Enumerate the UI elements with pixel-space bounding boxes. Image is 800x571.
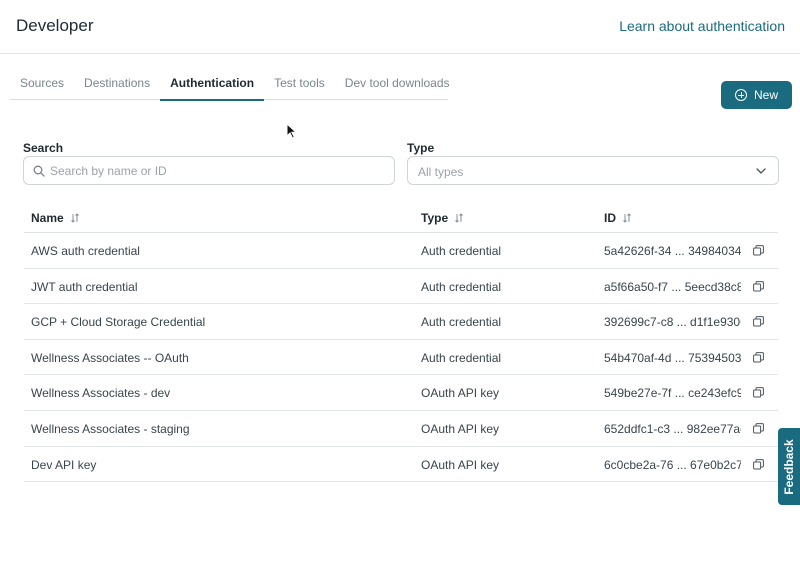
row-type: OAuth API key (421, 386, 500, 401)
column-header-type-label: Type (421, 211, 449, 225)
row-id: 392699c7-c8 ... d1f1e9306 (604, 315, 741, 330)
learn-auth-link[interactable]: Learn about authentication (619, 18, 785, 34)
table-row[interactable]: Wellness Associates - dev OAuth API key … (24, 375, 778, 411)
tab-authentication[interactable]: Authentication (160, 68, 265, 101)
new-button-label: New (753, 88, 778, 102)
chevron-down-icon (756, 168, 766, 174)
row-name: JWT auth credential (31, 279, 138, 294)
search-icon (33, 165, 45, 177)
copy-icon[interactable] (753, 423, 764, 434)
type-label: Type (407, 141, 435, 155)
table-row[interactable]: JWT auth credential Auth credential a5f6… (24, 269, 778, 305)
row-name: Wellness Associates - staging (31, 421, 190, 436)
column-header-id[interactable]: ID (604, 211, 632, 225)
row-id: 5a42626f-34 ... 34984034 (604, 244, 741, 258)
feedback-label: Feedback (782, 438, 796, 495)
row-type: OAuth API key (421, 421, 500, 436)
column-header-type[interactable]: Type (421, 211, 464, 225)
table-header: Name Type ID (24, 201, 778, 233)
row-name: AWS auth credential (31, 244, 140, 258)
type-select[interactable]: All types (407, 156, 779, 185)
page-header: Developer Learn about authentication (0, 0, 800, 54)
mouse-cursor-icon (286, 123, 298, 139)
row-name: Wellness Associates - dev (31, 386, 171, 401)
row-id: 6c0cbe2a-76 ... 67e0b2c71 (604, 457, 741, 472)
table-row[interactable]: AWS auth credential Auth credential 5a42… (24, 233, 778, 269)
table-row[interactable]: Wellness Associates - staging OAuth API … (24, 411, 778, 447)
table-row[interactable]: Dev API key OAuth API key 6c0cbe2a-76 ..… (24, 447, 778, 483)
row-id: 549be27e-7f ... ce243efc98 (604, 386, 741, 401)
copy-icon[interactable] (753, 245, 764, 256)
tab-test-tools[interactable]: Test tools (264, 68, 335, 100)
row-type: Auth credential (421, 315, 502, 330)
feedback-tab[interactable]: Feedback (778, 428, 800, 505)
column-header-name[interactable]: Name (31, 211, 80, 225)
sort-icon (455, 213, 463, 223)
tab-destinations[interactable]: Destinations (74, 68, 160, 100)
search-field[interactable] (23, 156, 395, 185)
tab-dev-tool-downloads[interactable]: Dev tool downloads (335, 68, 460, 100)
plus-circle-icon (734, 89, 747, 101)
copy-icon[interactable] (753, 280, 764, 292)
copy-icon[interactable] (753, 458, 764, 470)
row-name: Dev API key (31, 457, 97, 472)
row-type: Auth credential (421, 350, 502, 365)
page-title: Developer (16, 16, 94, 35)
new-button[interactable]: New (721, 81, 792, 109)
sort-icon (623, 213, 631, 223)
column-header-name-label: Name (31, 211, 64, 225)
table-row[interactable]: GCP + Cloud Storage Credential Auth cred… (24, 304, 778, 340)
column-header-id-label: ID (604, 211, 616, 225)
row-id: a5f66a50-f7 ... 5eecd38c8 (604, 279, 741, 294)
row-type: OAuth API key (421, 457, 500, 472)
row-name: GCP + Cloud Storage Credential (31, 315, 206, 330)
credentials-table: Name Type ID AWS auth credential Auth cr… (24, 201, 778, 483)
tab-sources[interactable]: Sources (10, 68, 74, 100)
row-type: Auth credential (421, 279, 502, 294)
row-id: 652ddfc1-c3 ... 982ee77ac (604, 421, 741, 436)
row-type: Auth credential (421, 244, 502, 258)
row-id: 54b470af-4d ... 75394503 (604, 350, 741, 365)
search-input[interactable] (50, 161, 380, 181)
tab-bar: Sources Destinations Authentication Test… (10, 68, 450, 101)
table-row[interactable]: Wellness Associates -- OAuth Auth creden… (24, 340, 778, 376)
copy-icon[interactable] (753, 387, 764, 398)
type-select-value: All types (418, 165, 464, 179)
copy-icon[interactable] (753, 351, 764, 363)
search-label: Search (23, 141, 64, 155)
row-name: Wellness Associates -- OAuth (31, 350, 189, 365)
sort-icon (70, 213, 79, 223)
page: Developer Learn about authentication Sou… (0, 0, 800, 571)
copy-icon[interactable] (753, 316, 764, 327)
